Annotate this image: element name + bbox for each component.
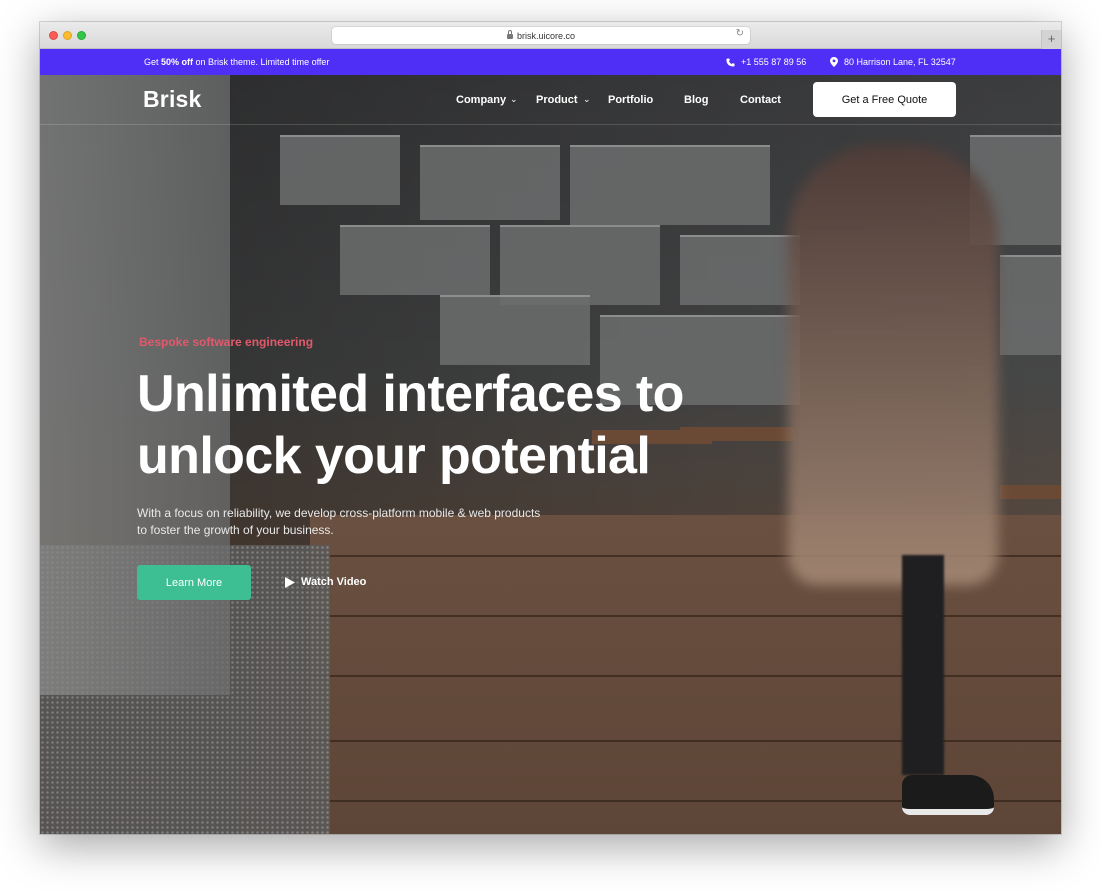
hero-description: With a focus on reliability, we develop …: [137, 505, 577, 539]
wall-block: [570, 145, 770, 225]
hero-eyebrow: Bespoke software engineering: [139, 335, 314, 349]
lock-icon: [506, 30, 513, 39]
wall-block: [1000, 255, 1061, 355]
nav-item-product[interactable]: Product: [536, 94, 578, 106]
watch-video-button[interactable]: Watch Video: [285, 576, 366, 588]
wooden-bench: [1000, 485, 1061, 499]
watch-video-label: Watch Video: [301, 576, 367, 588]
address-text-contact: 80 Harrison Lane, FL 32547: [844, 57, 956, 67]
promo-prefix: Get: [144, 57, 162, 67]
promo-suffix: on Brisk theme. Limited time offer: [193, 57, 330, 67]
headline-line-1: Unlimited interfaces to: [137, 365, 684, 423]
wall-block: [680, 235, 800, 305]
brand-logo[interactable]: Brisk: [143, 86, 202, 113]
nav-item-blog[interactable]: Blog: [684, 94, 708, 106]
wall-block: [420, 145, 560, 220]
nav-item-portfolio[interactable]: Portfolio: [608, 94, 653, 106]
deck-plank-line: [310, 740, 1061, 742]
address-text: brisk.uicore.co: [516, 30, 576, 41]
walking-person-coat: [788, 145, 998, 585]
learn-more-button[interactable]: Learn More: [137, 565, 251, 600]
wall-block: [280, 135, 400, 205]
hero-headline: Unlimited interfaces to unlock your pote…: [137, 363, 737, 487]
reload-icon[interactable]: ↻: [736, 28, 744, 39]
browser-titlebar: brisk.uicore.co ↻ +: [40, 22, 1061, 49]
zoom-window-button[interactable]: [77, 31, 86, 40]
chevron-down-icon[interactable]: ⌄: [510, 94, 518, 105]
deck-plank-line: [310, 675, 1061, 677]
promo-text: Get 50% off on Brisk theme. Limited time…: [144, 57, 329, 67]
minimize-window-button[interactable]: [63, 31, 72, 40]
get-quote-button[interactable]: Get a Free Quote: [813, 82, 956, 117]
main-navigation: Brisk Company ⌄ Product ⌄ Portfolio Blog…: [40, 75, 1061, 125]
address-contact[interactable]: 80 Harrison Lane, FL 32547: [830, 57, 956, 67]
nav-item-contact[interactable]: Contact: [740, 94, 781, 106]
description-line-2: to foster the growth of your business.: [137, 523, 334, 537]
nav-item-company[interactable]: Company: [456, 94, 506, 106]
location-pin-icon: [830, 57, 838, 67]
phone-number: +1 555 87 89 56: [741, 57, 807, 67]
wall-block: [500, 225, 660, 305]
play-icon: [285, 576, 295, 588]
close-window-button[interactable]: [49, 31, 58, 40]
deck-plank-line: [310, 615, 1061, 617]
hero-section: Brisk Company ⌄ Product ⌄ Portfolio Blog…: [40, 75, 1061, 834]
address-bar[interactable]: brisk.uicore.co ↻: [332, 27, 750, 44]
new-tab-button[interactable]: +: [1041, 30, 1061, 49]
browser-window: brisk.uicore.co ↻ + Get 50% off on Brisk…: [40, 22, 1061, 834]
walking-person-leg: [902, 555, 944, 775]
chevron-down-icon[interactable]: ⌄: [583, 94, 591, 105]
promo-discount: 50% off: [161, 57, 194, 67]
sneaker: [902, 775, 994, 815]
phone-contact[interactable]: +1 555 87 89 56: [726, 57, 806, 67]
description-line-1: With a focus on reliability, we develop …: [137, 506, 541, 520]
webpage: Get 50% off on Brisk theme. Limited time…: [40, 49, 1061, 834]
wall-block: [340, 225, 490, 295]
announcement-bar: Get 50% off on Brisk theme. Limited time…: [40, 49, 1061, 75]
phone-icon: [726, 57, 735, 67]
headline-line-2: unlock your potential: [137, 427, 651, 485]
wall-block: [440, 295, 590, 365]
